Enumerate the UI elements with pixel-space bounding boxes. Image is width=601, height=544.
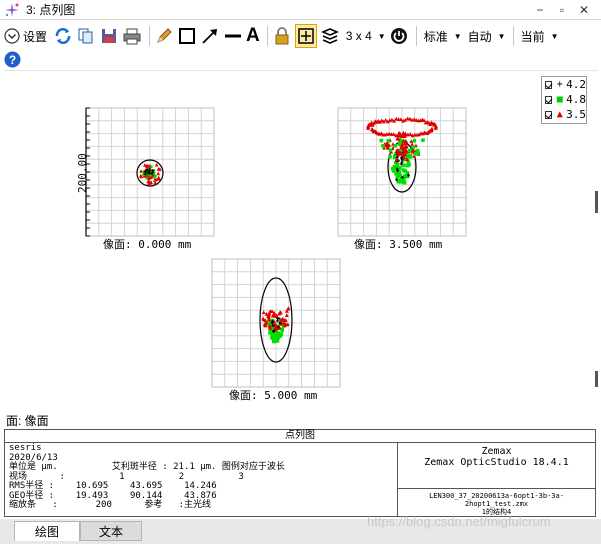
info-text-block: sesris 2020/6/13 单位是 μm. 艾利斑半径 : 21.1 μm… <box>9 443 397 511</box>
spot-square <box>411 145 415 150</box>
spot-square <box>150 165 153 168</box>
info-line: sesris <box>9 443 42 453</box>
spot-square <box>407 162 411 167</box>
spot-square <box>396 179 401 184</box>
spot-square <box>395 171 400 176</box>
spot-square <box>421 138 425 142</box>
info-line: 缩放条 : 200 参考 :主光线 <box>9 500 212 510</box>
checkbox-icon[interactable] <box>545 110 553 119</box>
tab-plot[interactable]: 绘图 <box>14 521 80 541</box>
spot-triangle <box>430 126 434 131</box>
spot-square <box>388 154 392 159</box>
wavelength-legend: + 4.2 ■ 4.8 ▲ 3.5 <box>541 76 587 124</box>
square-marker-icon: ■ <box>556 94 563 105</box>
brand-name: Zemax <box>481 446 512 457</box>
info-brand-box: Zemax Zemax OpticStudio 18.4.1 LEN300_37… <box>397 443 595 516</box>
spot-square <box>413 151 418 156</box>
spot-square <box>270 335 274 340</box>
spot-square <box>379 138 384 143</box>
spot-square <box>401 168 406 173</box>
spot-square <box>381 144 385 148</box>
file-name: LEN300_37_20200613a-6opt1-3b-3a-2hopt1_t… <box>429 492 564 508</box>
spot-square <box>275 339 280 343</box>
y-axis-scale-label: 200.00 <box>76 153 89 193</box>
legend-row[interactable]: ▲ 3.5 <box>542 107 586 122</box>
spot-square <box>403 174 407 179</box>
brand-version: Zemax OpticStudio 18.4.1 <box>424 457 569 468</box>
spot-square <box>278 334 282 338</box>
info-panel: 点列图 sesris 2020/6/13 单位是 μm. 艾利斑半径 : 21.… <box>4 429 596 517</box>
legend-value: 3.5 <box>566 108 586 121</box>
tab-text[interactable]: 文本 <box>80 521 142 541</box>
spot-triangle <box>139 169 143 173</box>
spot-square <box>392 169 396 173</box>
info-title: 点列图 <box>5 430 595 443</box>
spot-square <box>386 138 391 143</box>
plus-marker-icon: + <box>556 79 563 90</box>
triangle-marker-icon: ▲ <box>556 109 563 120</box>
plot-label-field-2: 像面: 3.500 mm <box>354 238 443 251</box>
surface-label: 面: 像面 <box>6 414 49 428</box>
legend-row[interactable]: + 4.2 <box>542 77 586 92</box>
spot-square <box>407 148 412 153</box>
plot-label-field-3: 像面: 5.000 mm <box>229 389 318 402</box>
spot-square <box>393 143 397 148</box>
spot-triangle <box>261 316 266 321</box>
plot-label-field-1: 像面: 0.000 mm <box>103 238 192 251</box>
spot-square <box>145 177 148 180</box>
spot-square <box>392 165 397 169</box>
spot-triangle <box>138 173 143 178</box>
watermark-text: https://blog.csdn.net/migfulcrum <box>367 514 551 529</box>
spot-square <box>402 180 407 185</box>
spot-triangle <box>143 163 147 167</box>
spot-square <box>412 138 417 143</box>
legend-row[interactable]: ■ 4.8 <box>542 92 586 107</box>
spot-square <box>388 148 393 152</box>
checkbox-icon[interactable] <box>545 95 553 104</box>
spot-square <box>272 339 277 344</box>
legend-value: 4.8 <box>566 93 586 106</box>
spot-square <box>153 176 156 179</box>
spot-square <box>395 162 400 167</box>
spot-triangle <box>261 310 266 315</box>
spot-square <box>402 163 406 168</box>
checkbox-icon[interactable] <box>545 80 553 89</box>
spot-triangle <box>284 313 289 317</box>
spot-square <box>406 153 411 157</box>
spot-triangle <box>409 139 414 143</box>
legend-value: 4.2 <box>566 78 586 91</box>
